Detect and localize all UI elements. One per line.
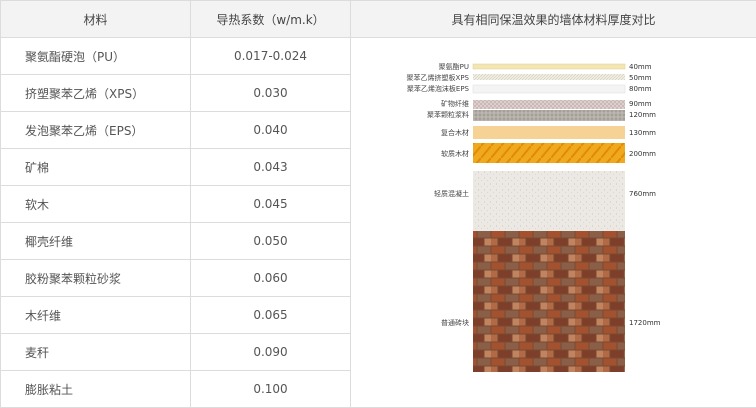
layer-mineral-fiber <box>473 100 625 109</box>
layer-label: 软质木材 <box>441 149 469 158</box>
layer-thickness: 90mm <box>629 100 652 108</box>
layer-thickness: 200mm <box>629 150 656 158</box>
layer-thickness: 120mm <box>629 111 656 119</box>
layer-granule-mortar <box>473 110 625 121</box>
layer-label: 聚氨酯PU <box>439 62 469 71</box>
layer-xps <box>473 74 625 80</box>
material-name: 麦秆 <box>1 334 191 371</box>
spec-table: 材料 导热系数（w/m.k） 具有相同保温效果的墙体材料厚度对比 聚氨酯硬泡（P… <box>0 0 756 408</box>
layer-label: 复合木材 <box>441 128 469 137</box>
material-name: 膨胀粘土 <box>1 371 191 408</box>
header-material: 材料 <box>1 1 191 38</box>
layer-label: 矿物纤维 <box>441 99 469 108</box>
layer-composite-wood <box>473 126 625 139</box>
conductivity-value: 0.040 <box>191 112 351 149</box>
layer-thickness: 760mm <box>629 190 656 198</box>
header-row: 材料 导热系数（w/m.k） 具有相同保温效果的墙体材料厚度对比 <box>1 1 756 38</box>
material-name: 软木 <box>1 186 191 223</box>
layer-thickness: 80mm <box>629 85 652 93</box>
conductivity-value: 0.100 <box>191 371 351 408</box>
layer-label: 聚苯乙烯泡沫板EPS <box>407 84 470 93</box>
material-name: 胶粉聚苯颗粒砂浆 <box>1 260 191 297</box>
thickness-diagram: 聚氨酯PU 聚苯乙烯挤塑板XPS 聚苯乙烯泡沫板EPS 矿物纤维 聚苯颗粒浆料 … <box>351 38 756 402</box>
layer-thickness: 130mm <box>629 129 656 137</box>
material-name: 发泡聚苯乙烯（EPS） <box>1 112 191 149</box>
layer-label: 聚苯颗粒浆料 <box>427 110 469 119</box>
material-name: 聚氨酯硬泡（PU） <box>1 38 191 75</box>
material-name: 挤塑聚苯乙烯（XPS） <box>1 75 191 112</box>
layer-soft-wood <box>473 143 625 163</box>
layer-thickness: 50mm <box>629 74 652 82</box>
conductivity-value: 0.050 <box>191 223 351 260</box>
header-comparison: 具有相同保温效果的墙体材料厚度对比 <box>351 1 756 38</box>
comparison-diagram-cell: 聚氨酯PU 聚苯乙烯挤塑板XPS 聚苯乙烯泡沫板EPS 矿物纤维 聚苯颗粒浆料 … <box>351 38 756 408</box>
layer-label: 轻质混凝土 <box>434 189 469 198</box>
layer-label: 普通砖块 <box>441 318 469 327</box>
conductivity-value: 0.065 <box>191 297 351 334</box>
layer-pu <box>473 64 625 69</box>
conductivity-value: 0.060 <box>191 260 351 297</box>
material-name: 木纤维 <box>1 297 191 334</box>
layer-eps <box>473 85 625 93</box>
conductivity-value: 0.090 <box>191 334 351 371</box>
conductivity-value: 0.043 <box>191 149 351 186</box>
conductivity-value: 0.030 <box>191 75 351 112</box>
layer-thickness: 1720mm <box>629 319 661 327</box>
layer-brick <box>473 231 625 372</box>
header-conductivity: 导热系数（w/m.k） <box>191 1 351 38</box>
thermal-comparison-table: 材料 导热系数（w/m.k） 具有相同保温效果的墙体材料厚度对比 聚氨酯硬泡（P… <box>0 0 756 400</box>
material-name: 椰壳纤维 <box>1 223 191 260</box>
material-name: 矿棉 <box>1 149 191 186</box>
conductivity-value: 0.017-0.024 <box>191 38 351 75</box>
table-row: 聚氨酯硬泡（PU） 0.017-0.024 <box>1 38 756 75</box>
layer-thickness: 40mm <box>629 63 652 71</box>
layer-label: 聚苯乙烯挤塑板XPS <box>407 73 470 82</box>
conductivity-value: 0.045 <box>191 186 351 223</box>
